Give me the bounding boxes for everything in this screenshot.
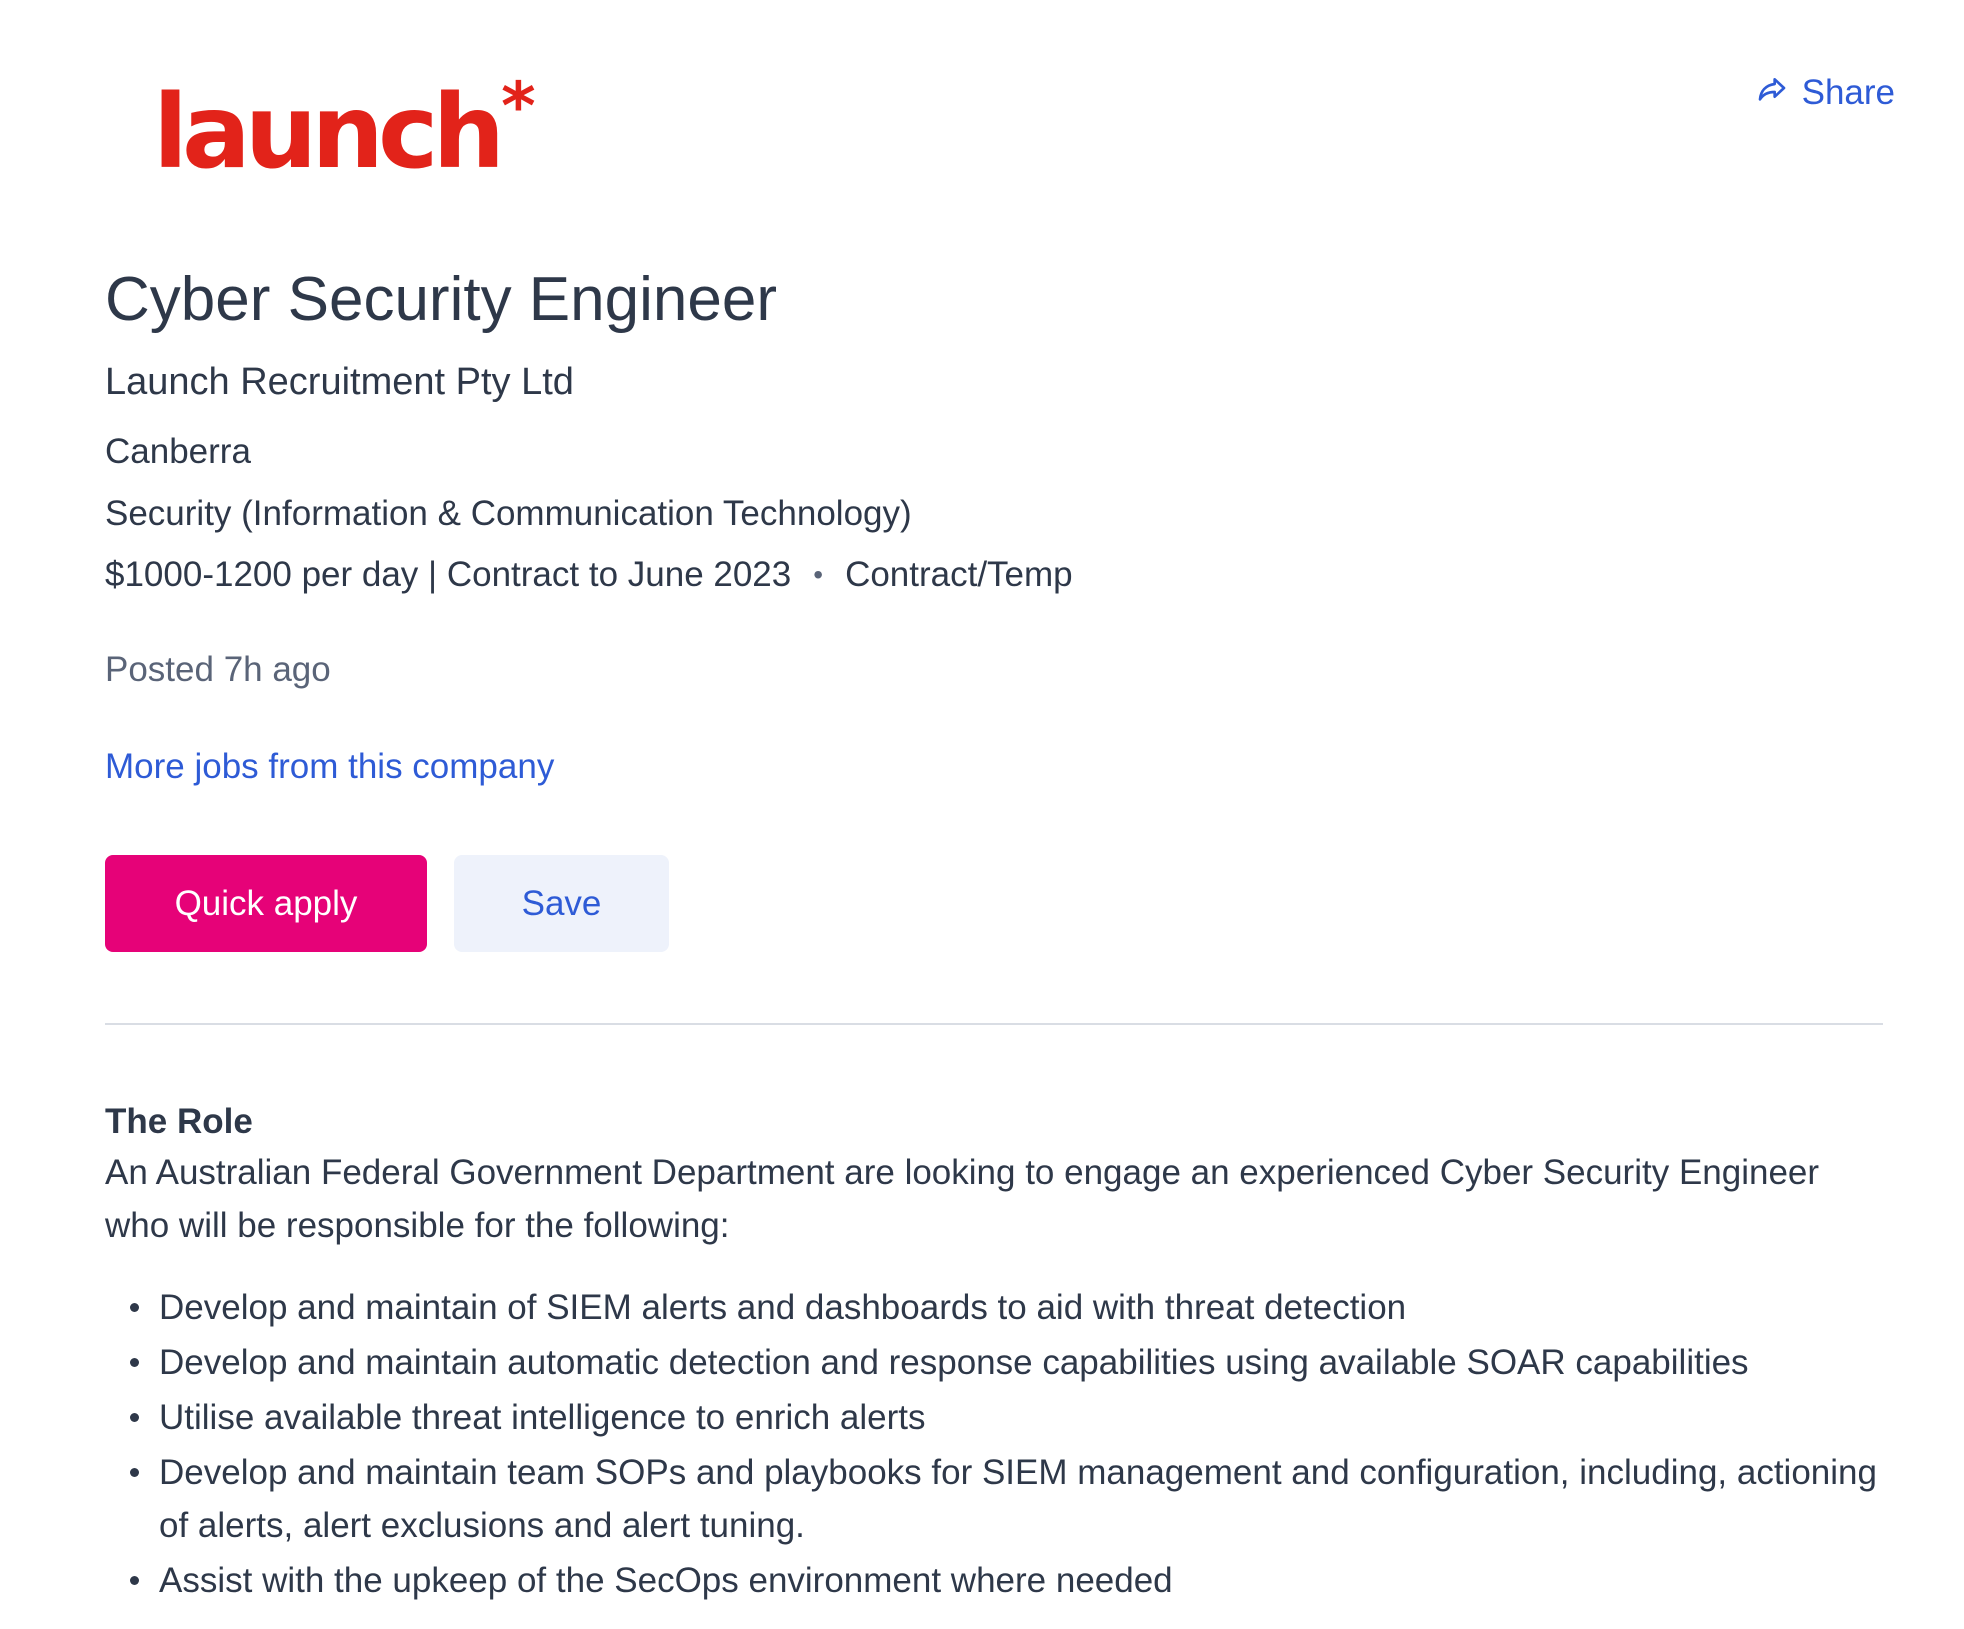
job-salary: $1000-1200 per day | Contract to June 20… [105, 555, 792, 594]
list-item-text: Develop and maintain of SIEM alerts and … [159, 1288, 1407, 1327]
job-location: Canberra [105, 432, 251, 471]
save-button[interactable]: Save [454, 855, 669, 952]
separator-dot: • [813, 559, 824, 591]
action-buttons: Quick apply Save [105, 855, 669, 952]
bullet-icon [130, 1468, 139, 1477]
list-item: Develop and maintain team SOPs and playb… [105, 1446, 1884, 1552]
company-logo: launch * [153, 73, 536, 192]
job-category: Security (Information & Communication Te… [105, 494, 912, 533]
role-intro: An Australian Federal Government Departm… [105, 1153, 1820, 1245]
bullet-icon [130, 1303, 139, 1312]
more-jobs-link[interactable]: More jobs from this company [105, 747, 554, 787]
job-title: Cyber Security Engineer [105, 265, 777, 334]
share-label: Share [1801, 73, 1895, 112]
bullet-icon [130, 1413, 139, 1422]
list-item-text: Assist with the upkeep of the SecOps env… [159, 1561, 1173, 1600]
list-item: Assist with the upkeep of the SecOps env… [105, 1554, 1884, 1607]
list-item-text: Develop and maintain automatic detection… [159, 1343, 1749, 1382]
list-item: Develop and maintain automatic detection… [105, 1336, 1884, 1389]
list-item: Utilise available threat intelligence to… [105, 1391, 1884, 1444]
job-salary-row: $1000-1200 per day | Contract to June 20… [105, 554, 1073, 596]
share-arrow-icon [1756, 74, 1788, 111]
logo-wordmark: launch [153, 73, 505, 192]
bullet-icon [130, 1358, 139, 1367]
responsibilities-list: Develop and maintain of SIEM alerts and … [105, 1281, 1884, 1607]
list-item: Develop and maintain of SIEM alerts and … [105, 1281, 1884, 1334]
share-button[interactable]: Share [1756, 74, 1895, 111]
job-work-type: Contract/Temp [845, 555, 1073, 594]
company-name: Launch Recruitment Pty Ltd [105, 361, 574, 403]
bullet-icon [130, 1576, 139, 1585]
posted-time: Posted 7h ago [105, 650, 331, 689]
role-heading: The Role [105, 1102, 253, 1141]
logo-asterisk: * [501, 68, 536, 145]
quick-apply-button[interactable]: Quick apply [105, 855, 427, 952]
list-item-text: Develop and maintain team SOPs and playb… [159, 1453, 1877, 1545]
section-divider [105, 1023, 1883, 1025]
job-description: The Role An Australian Federal Governmen… [105, 1098, 1884, 1609]
list-item-text: Utilise available threat intelligence to… [159, 1398, 926, 1437]
